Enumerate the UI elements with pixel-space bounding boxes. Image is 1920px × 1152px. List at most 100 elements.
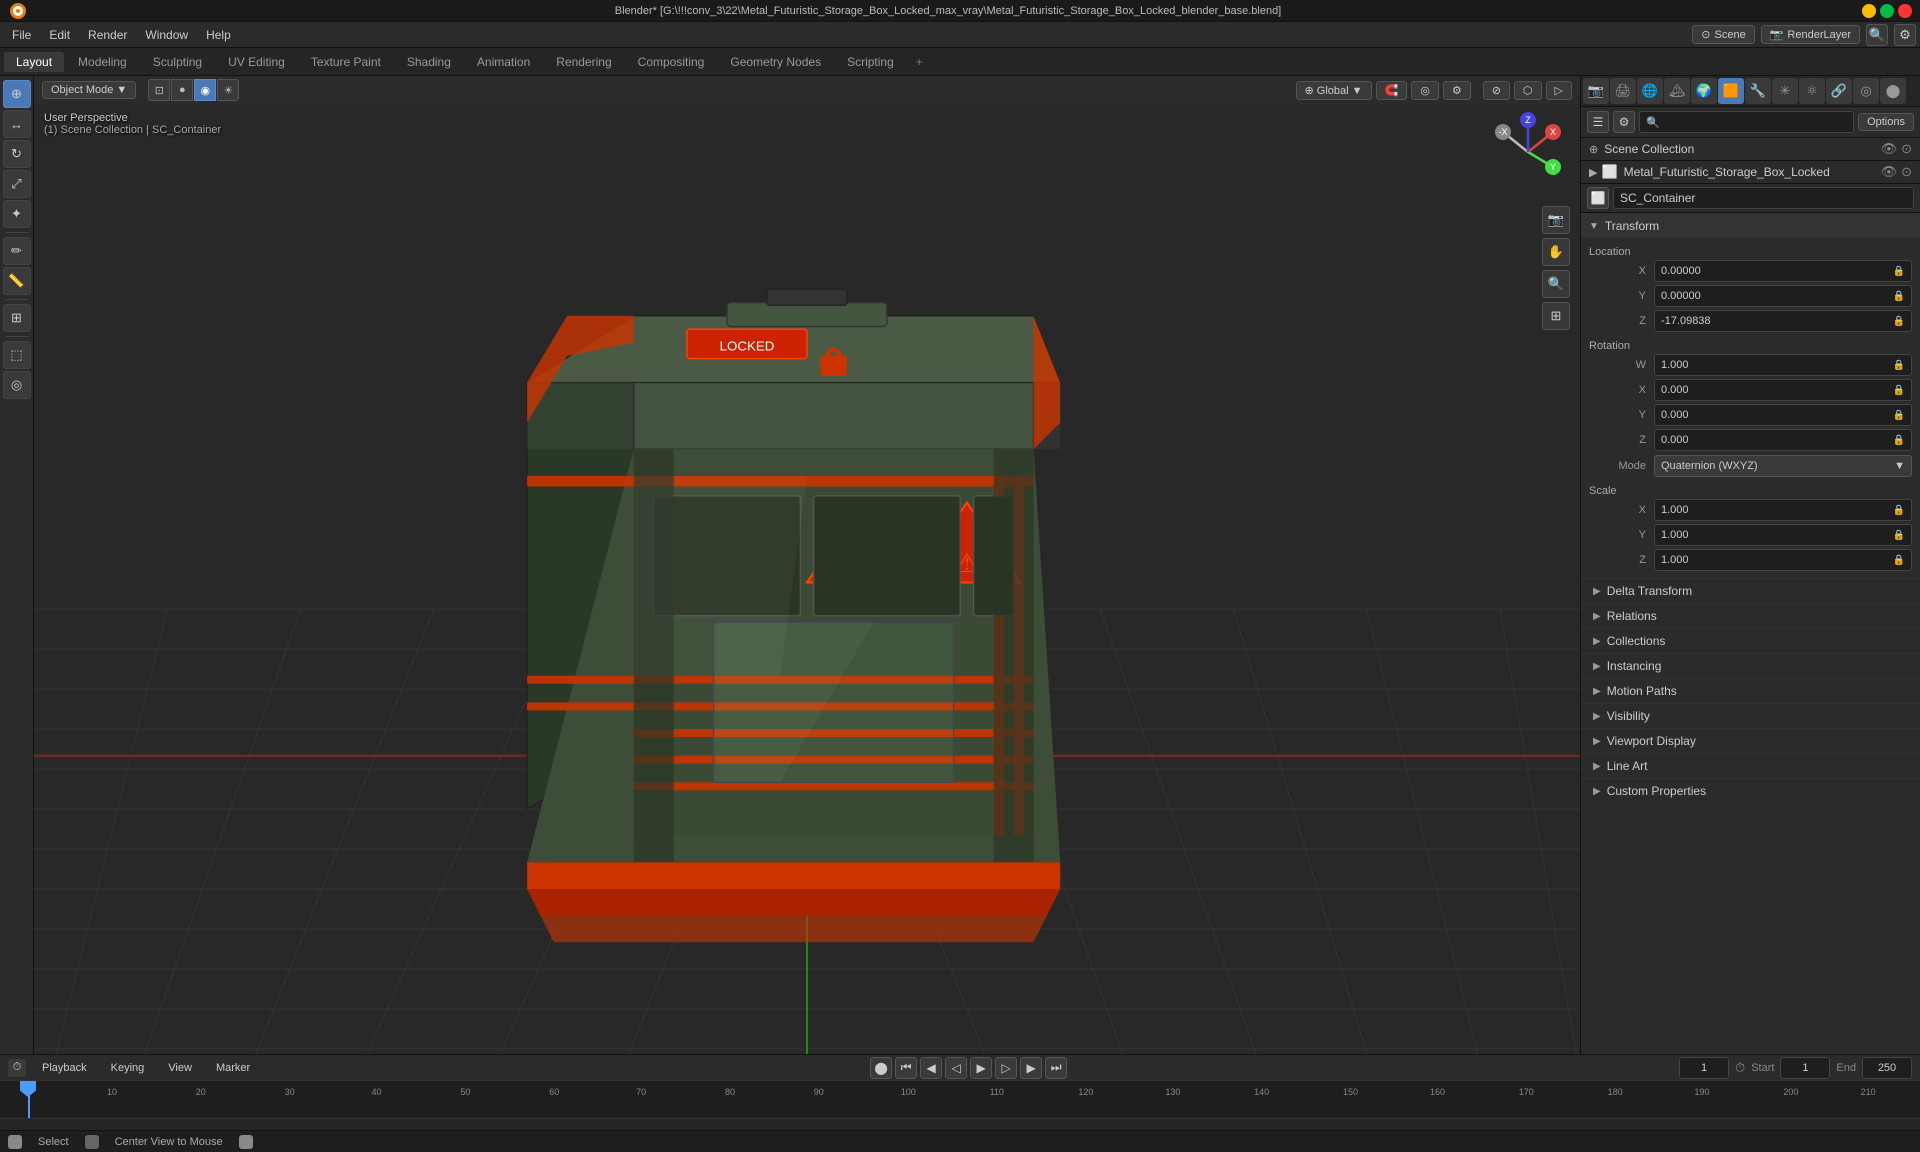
prop-icon-modifier[interactable]: 🔧 <box>1745 78 1771 104</box>
ws-tab-add[interactable]: + <box>908 52 931 72</box>
line-art-section[interactable]: ▶ Line Art <box>1581 753 1920 778</box>
pb-prev-frame[interactable]: ◀ <box>920 1057 942 1079</box>
ws-tab-geometry-nodes[interactable]: Geometry Nodes <box>718 52 833 72</box>
prop-icon-view-layer[interactable]: 🌐 <box>1637 78 1663 104</box>
prop-icon-world[interactable]: 🌍 <box>1691 78 1717 104</box>
settings-button[interactable]: ⚙ <box>1894 24 1916 46</box>
scene-selector[interactable]: ⊙ Scene <box>1692 25 1754 44</box>
view-pan-btn[interactable]: ✋ <box>1542 238 1570 266</box>
pb-jump-end[interactable]: ⏭ <box>1045 1057 1067 1079</box>
location-x-field[interactable]: 0.00000 🔒 <box>1654 260 1912 282</box>
prop-icon-object[interactable]: 🟧 <box>1718 78 1744 104</box>
panel-search[interactable]: 🔍 <box>1639 111 1854 133</box>
visibility-section[interactable]: ▶ Visibility <box>1581 703 1920 728</box>
tool-move[interactable]: ↔ <box>3 110 31 138</box>
location-x-lock[interactable]: 🔒 <box>1893 266 1905 277</box>
tool-scale[interactable]: ⤢ <box>3 170 31 198</box>
prop-icon-scene[interactable]: 🏔 <box>1664 78 1690 104</box>
ws-tab-shading[interactable]: Shading <box>395 52 463 72</box>
start-frame-field[interactable]: 1 <box>1780 1057 1830 1079</box>
menu-item-window[interactable]: Window <box>137 26 196 44</box>
search-button[interactable]: 🔍 <box>1866 24 1888 46</box>
overlay-btn[interactable]: ⊘ <box>1483 81 1510 100</box>
global-pivot-btn[interactable]: ⊕ Global ▼ <box>1296 81 1372 100</box>
ws-tab-modeling[interactable]: Modeling <box>66 52 139 72</box>
tool-cursor[interactable]: ⊕ <box>3 80 31 108</box>
object-dot-icon[interactable]: ⊙ <box>1901 164 1912 180</box>
custom-properties-section[interactable]: ▶ Custom Properties <box>1581 778 1920 803</box>
xray-btn[interactable]: ⬡ <box>1514 81 1542 100</box>
sub-object-name-field[interactable]: SC_Container <box>1613 187 1914 209</box>
sub-object-icon-btn[interactable]: ⬜ <box>1587 187 1609 209</box>
scale-y-field[interactable]: 1.000 🔒 <box>1654 524 1912 546</box>
ws-tab-compositing[interactable]: Compositing <box>626 52 717 72</box>
snapping-btn[interactable]: 🧲 <box>1376 81 1408 100</box>
end-frame-field[interactable]: 250 <box>1862 1057 1912 1079</box>
keying-menu[interactable]: Keying <box>103 1060 153 1076</box>
tool-transform[interactable]: ✦ <box>3 200 31 228</box>
rotation-z-lock[interactable]: 🔒 <box>1893 435 1905 446</box>
object-mode-btn[interactable]: Object Mode ▼ <box>42 81 136 99</box>
current-frame-field[interactable]: 1 <box>1679 1057 1729 1079</box>
menu-item-edit[interactable]: Edit <box>41 26 78 44</box>
tool-box-select[interactable]: ⬚ <box>3 341 31 369</box>
rotation-w-field[interactable]: 1.000 🔒 <box>1654 354 1912 376</box>
timeline-track[interactable]: 10 20 30 40 50 60 70 80 90 100 110 120 1… <box>0 1080 1920 1130</box>
motion-paths-section[interactable]: ▶ Motion Paths <box>1581 678 1920 703</box>
ws-tab-uv-editing[interactable]: UV Editing <box>216 52 297 72</box>
renderlayer-selector[interactable]: 📷 RenderLayer <box>1761 25 1860 44</box>
tool-annotate[interactable]: ✏ <box>3 237 31 265</box>
panel-options-btn[interactable]: Options <box>1858 113 1914 131</box>
scene-collection-dot[interactable]: ⊙ <box>1901 141 1912 157</box>
pb-circle-btn[interactable]: ⬤ <box>870 1057 892 1079</box>
close-button[interactable] <box>1898 4 1912 18</box>
panel-layout-btn[interactable]: ☰ <box>1587 111 1609 133</box>
scene-collection-eye[interactable]: 👁 <box>1881 141 1898 157</box>
rotation-w-lock[interactable]: 🔒 <box>1893 360 1905 371</box>
pb-prev-keyframe[interactable]: ◁ <box>945 1057 967 1079</box>
tool-measure[interactable]: 📏 <box>3 267 31 295</box>
scale-y-lock[interactable]: 🔒 <box>1893 530 1905 541</box>
location-y-field[interactable]: 0.00000 🔒 <box>1654 285 1912 307</box>
prop-icon-data[interactable]: ◎ <box>1853 78 1879 104</box>
prop-icon-constraints[interactable]: 🔗 <box>1826 78 1852 104</box>
shading-btn-material[interactable]: ◉ <box>194 79 216 101</box>
rotation-y-field[interactable]: 0.000 🔒 <box>1654 404 1912 426</box>
rotation-mode-dropdown[interactable]: Quaternion (WXYZ) ▼ <box>1654 455 1912 477</box>
tool-circle-select[interactable]: ◎ <box>3 371 31 399</box>
delta-transform-section[interactable]: ▶ Delta Transform <box>1581 578 1920 603</box>
collections-section[interactable]: ▶ Collections <box>1581 628 1920 653</box>
scale-x-lock[interactable]: 🔒 <box>1893 505 1905 516</box>
snap-options[interactable]: ⚙ <box>1443 81 1471 100</box>
instancing-section[interactable]: ▶ Instancing <box>1581 653 1920 678</box>
view-toggle-btn[interactable]: ⊞ <box>1542 302 1570 330</box>
menu-item-help[interactable]: Help <box>198 26 239 44</box>
menu-item-render[interactable]: Render <box>80 26 135 44</box>
ws-tab-texture-paint[interactable]: Texture Paint <box>299 52 393 72</box>
view-camera-btn[interactable]: 📷 <box>1542 206 1570 234</box>
scale-z-lock[interactable]: 🔒 <box>1893 555 1905 566</box>
marker-menu[interactable]: Marker <box>208 1060 258 1076</box>
rotation-x-field[interactable]: 0.000 🔒 <box>1654 379 1912 401</box>
shading-btn-wireframe[interactable]: ⊡ <box>148 79 170 101</box>
relations-section[interactable]: ▶ Relations <box>1581 603 1920 628</box>
view-zoom-btn[interactable]: 🔍 <box>1542 270 1570 298</box>
prop-icon-physics[interactable]: ⚛ <box>1799 78 1825 104</box>
ws-tab-sculpting[interactable]: Sculpting <box>141 52 214 72</box>
prop-icon-material[interactable]: ⬤ <box>1880 78 1906 104</box>
maximize-button[interactable] <box>1880 4 1894 18</box>
menu-item-file[interactable]: File <box>4 26 39 44</box>
tool-rotate[interactable]: ↻ <box>3 140 31 168</box>
ws-tab-layout[interactable]: Layout <box>4 52 64 72</box>
navigation-gizmo[interactable]: X -X Y Z <box>1488 112 1568 192</box>
region-toggle[interactable]: ▷ <box>1546 81 1572 100</box>
scale-z-field[interactable]: 1.000 🔒 <box>1654 549 1912 571</box>
location-y-lock[interactable]: 🔒 <box>1893 291 1905 302</box>
shading-btn-solid[interactable]: ● <box>171 79 193 101</box>
scale-x-field[interactable]: 1.000 🔒 <box>1654 499 1912 521</box>
pb-jump-start[interactable]: ⏮ <box>895 1057 917 1079</box>
location-z-lock[interactable]: 🔒 <box>1893 316 1905 327</box>
object-eye-icon[interactable]: 👁 <box>1881 164 1898 180</box>
rotation-y-lock[interactable]: 🔒 <box>1893 410 1905 421</box>
tool-add[interactable]: ⊞ <box>3 304 31 332</box>
